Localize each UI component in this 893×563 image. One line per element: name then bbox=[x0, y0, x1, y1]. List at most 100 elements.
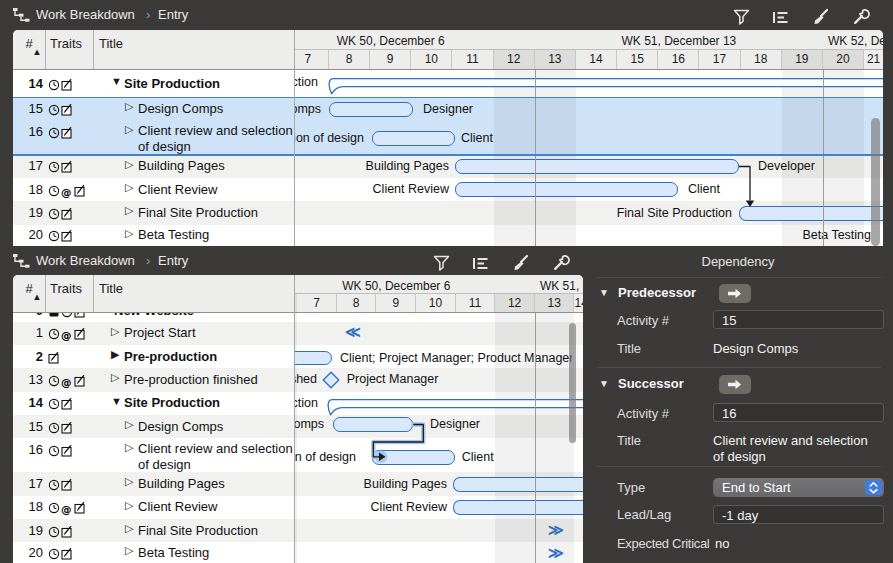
table-row[interactable]: 18@▷Client Review bbox=[13, 496, 295, 519]
gantt-bar[interactable] bbox=[372, 450, 455, 465]
type-popup[interactable]: End to Start bbox=[713, 478, 884, 498]
trait-paperclip-icon: @ bbox=[61, 500, 73, 512]
gantt-bar[interactable] bbox=[455, 182, 678, 197]
week-header-cell: WK 50, December 6 bbox=[295, 275, 535, 294]
table-row[interactable]: 17▷Building Pages bbox=[13, 472, 295, 495]
settings-wrench-icon[interactable] bbox=[851, 8, 870, 27]
expected-critical-value: no bbox=[715, 536, 729, 551]
bar-label: Design Comps bbox=[295, 102, 321, 116]
toolbar-top: Work Breakdown › Entry bbox=[0, 0, 893, 30]
column-header-title[interactable]: Title bbox=[99, 36, 123, 51]
bar-resources-label: Client; Project Manager; Product Manager… bbox=[340, 351, 572, 365]
trait-icons bbox=[48, 476, 73, 489]
table-row[interactable]: 19▷Final Site Production bbox=[13, 201, 295, 224]
vertical-scrollbar-thumb[interactable] bbox=[871, 118, 880, 246]
type-label: Type bbox=[617, 480, 645, 495]
table-row[interactable]: 17▷Building Pages bbox=[13, 155, 295, 178]
breadcrumb-current[interactable]: Entry bbox=[158, 253, 188, 268]
style-brush-icon[interactable] bbox=[811, 8, 830, 27]
trait-pencil-icon bbox=[74, 326, 86, 338]
table-row[interactable]: 13@▷Pre-production finished bbox=[13, 368, 295, 391]
disclosure-triangle[interactable]: ▼ bbox=[111, 75, 122, 87]
offscreen-right-indicator[interactable]: ≫ bbox=[548, 544, 564, 562]
trait-pencil-icon bbox=[61, 546, 73, 558]
leadlag-field[interactable]: -1 day bbox=[713, 505, 884, 524]
successor-disclosure-icon[interactable]: ▼ bbox=[599, 378, 609, 389]
gantt-bar[interactable] bbox=[333, 417, 414, 432]
vertical-scrollbar-thumb[interactable] bbox=[569, 323, 577, 443]
predecessor-disclosure-icon[interactable]: ▼ bbox=[599, 287, 609, 298]
gantt-bar[interactable] bbox=[329, 102, 413, 117]
trait-paperclip-icon: @ bbox=[61, 373, 73, 385]
table-row[interactable]: 0▼New Website bbox=[13, 313, 295, 322]
bar-label: Client review and selection of design bbox=[295, 450, 356, 464]
goto-successor-button[interactable] bbox=[719, 375, 751, 394]
settings-wrench-icon[interactable] bbox=[551, 254, 570, 273]
trait-clock-icon bbox=[48, 206, 60, 218]
day-header-cell: 10 bbox=[416, 294, 456, 312]
outline-icon[interactable] bbox=[771, 8, 790, 27]
row-title: Client Review bbox=[138, 182, 217, 197]
offscreen-left-indicator[interactable]: ≪ bbox=[345, 323, 361, 341]
outline-icon[interactable] bbox=[471, 254, 490, 273]
gantt-bar[interactable] bbox=[372, 131, 455, 146]
table-row[interactable]: 16▷Client review and selectionof design bbox=[13, 120, 295, 154]
leadlag-label: Lead/Lag bbox=[617, 507, 671, 522]
gantt-summary-bar[interactable] bbox=[326, 78, 883, 96]
gantt-bar[interactable] bbox=[295, 351, 332, 366]
table-row[interactable]: 1@▷Project Start bbox=[13, 322, 295, 345]
table-row[interactable]: 19▷Final Site Production bbox=[13, 519, 295, 542]
gantt-bar[interactable] bbox=[455, 159, 739, 174]
filter-icon[interactable] bbox=[732, 8, 751, 27]
table-row[interactable]: 20▷Beta Testing bbox=[13, 225, 295, 246]
style-brush-icon[interactable] bbox=[511, 254, 530, 273]
trait-icons bbox=[48, 313, 86, 316]
row-number: 20 bbox=[13, 227, 43, 242]
disclosure-triangle[interactable]: ▼ bbox=[111, 395, 122, 407]
trait-pencil-icon bbox=[61, 125, 73, 137]
breadcrumb-root[interactable]: Work Breakdown bbox=[36, 7, 135, 22]
predecessor-activity-field[interactable]: 15 bbox=[713, 310, 884, 329]
day-header-cell: 12 bbox=[494, 50, 535, 69]
filter-icon[interactable] bbox=[432, 254, 451, 273]
breadcrumb-separator: › bbox=[146, 253, 150, 268]
day-header-cell: 8 bbox=[337, 294, 377, 312]
day-header-cell: 11 bbox=[452, 50, 493, 69]
row-number: 16 bbox=[13, 124, 43, 139]
row-title: Site Production bbox=[124, 76, 220, 91]
gantt-bar[interactable] bbox=[739, 206, 883, 221]
table-row[interactable]: 18@▷Client Review bbox=[13, 178, 295, 201]
table-row[interactable]: 20▷Beta Testing bbox=[13, 542, 295, 563]
trait-clock-icon bbox=[48, 420, 60, 432]
column-header-traits[interactable]: Traits bbox=[50, 36, 82, 51]
activity-marker-icon: ▷ bbox=[125, 544, 133, 557]
table-row[interactable]: 16▷Client review and selectionof design bbox=[13, 438, 295, 472]
offscreen-right-indicator[interactable]: ≫ bbox=[548, 521, 564, 539]
disclosure-triangle[interactable]: ▼ bbox=[101, 313, 112, 315]
bar-label: Final Site Production bbox=[617, 206, 732, 220]
table-row[interactable]: 14▼Site Production bbox=[13, 392, 295, 415]
gantt-bar[interactable] bbox=[453, 500, 583, 515]
table-row[interactable]: 14▼Site Production bbox=[13, 70, 295, 97]
table-row[interactable]: 15▷Design Comps bbox=[13, 415, 295, 438]
row-title: Building Pages bbox=[138, 158, 225, 173]
trait-pencil-icon bbox=[61, 477, 73, 489]
breadcrumb-current[interactable]: Entry bbox=[158, 7, 188, 22]
row-number: 2 bbox=[13, 349, 43, 364]
row-title: Final Site Production bbox=[138, 523, 258, 538]
header-divider bbox=[295, 293, 583, 294]
gantt-summary-bar[interactable] bbox=[325, 399, 583, 417]
column-header-traits[interactable]: Traits bbox=[50, 281, 82, 296]
column-header-title[interactable]: Title bbox=[99, 281, 123, 296]
table-row[interactable]: 15▷Design Comps bbox=[13, 97, 295, 120]
gantt-bar[interactable] bbox=[453, 477, 583, 492]
disclosure-triangle[interactable]: ▶ bbox=[111, 348, 119, 361]
successor-activity-field[interactable]: 16 bbox=[713, 403, 884, 422]
day-header-cell: 13 bbox=[535, 50, 576, 69]
breadcrumb-root[interactable]: Work Breakdown bbox=[36, 253, 135, 268]
predecessor-title-value: Design Comps bbox=[713, 341, 798, 356]
table-row[interactable]: 2▶Pre-production bbox=[13, 345, 295, 368]
gantt-milestone[interactable] bbox=[322, 371, 340, 389]
divider bbox=[597, 466, 881, 467]
goto-predecessor-button[interactable] bbox=[719, 284, 751, 303]
